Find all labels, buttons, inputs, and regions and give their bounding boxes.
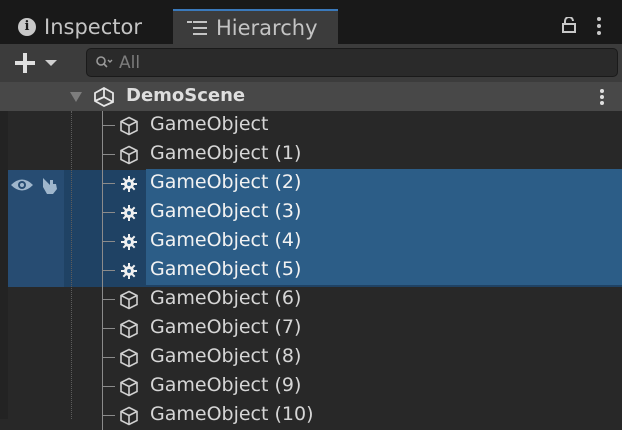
gear-icon: [121, 234, 137, 250]
hierarchy-row[interactable]: GameObject (2): [8, 169, 622, 198]
tab-hierarchy[interactable]: Hierarchy: [173, 9, 338, 44]
hierarchy-window: i Inspector Hierarchy All DemoScene Game…: [0, 0, 622, 430]
tree-branch-line: [102, 183, 115, 184]
object-label: GameObject (6): [150, 287, 302, 309]
gear-icon: [121, 263, 137, 279]
cube-icon: [120, 290, 138, 310]
hierarchy-row[interactable]: GameObject (1): [8, 140, 622, 169]
hierarchy-toolbar: [0, 44, 622, 82]
scene-options-icon[interactable]: [599, 89, 605, 105]
tab-inspector-label: Inspector: [44, 14, 142, 39]
hierarchy-row[interactable]: GameObject: [8, 111, 622, 140]
tab-inspector[interactable]: i Inspector: [8, 9, 171, 44]
hierarchy-row[interactable]: GameObject (10): [8, 401, 622, 430]
tree-branch-line: [102, 299, 115, 300]
object-label: GameObject (5): [150, 258, 302, 280]
tree-branch-line: [102, 125, 115, 126]
tree-branch-line: [102, 241, 115, 242]
info-icon: i: [18, 17, 36, 36]
plus-icon: [15, 53, 35, 73]
cube-icon: [120, 377, 138, 397]
hierarchy-row[interactable]: GameObject (5): [8, 256, 622, 285]
object-label: GameObject (2): [150, 171, 302, 193]
gear-icon: [121, 176, 137, 192]
left-gutter: [0, 111, 8, 419]
tree-branch-line: [102, 357, 115, 358]
tree-branch-line: [102, 415, 115, 416]
cube-icon: [120, 406, 138, 426]
tree-branch-line: [102, 270, 115, 271]
cube-icon: [120, 145, 138, 165]
hierarchy-row[interactable]: GameObject (7): [8, 314, 622, 343]
object-label: GameObject: [150, 113, 269, 135]
search-icon: [96, 56, 113, 68]
search-input[interactable]: [119, 51, 599, 74]
hierarchy-row[interactable]: GameObject (6): [8, 285, 622, 314]
tab-hierarchy-label: Hierarchy: [216, 15, 318, 40]
hierarchy-row[interactable]: GameObject (4): [8, 227, 622, 256]
tree-branch-line: [102, 386, 115, 387]
object-label: GameObject (1): [150, 142, 302, 164]
more-options-icon[interactable]: [596, 17, 602, 35]
object-label: GameObject (10): [150, 403, 314, 425]
hierarchy-row[interactable]: GameObject (9): [8, 372, 622, 401]
chevron-down-icon: [45, 60, 57, 66]
add-button[interactable]: [14, 50, 70, 76]
object-label: GameObject (8): [150, 345, 302, 367]
object-label: GameObject (7): [150, 316, 302, 338]
object-label: GameObject (9): [150, 374, 302, 396]
object-label: GameObject (4): [150, 229, 302, 251]
tree-branch-line: [102, 212, 115, 213]
cube-icon: [120, 348, 138, 368]
cube-icon: [120, 116, 138, 136]
lock-icon[interactable]: [562, 17, 576, 33]
hierarchy-row[interactable]: GameObject (3): [8, 198, 622, 227]
unity-scene-icon: [94, 87, 114, 107]
scene-header[interactable]: DemoScene: [0, 82, 622, 111]
tree-branch-line: [102, 328, 115, 329]
tab-bar: i Inspector Hierarchy: [0, 0, 622, 44]
hierarchy-icon: [187, 20, 207, 35]
gear-icon: [121, 205, 137, 221]
hierarchy-row[interactable]: GameObject (8): [8, 343, 622, 372]
cube-icon: [120, 319, 138, 339]
scene-title: DemoScene: [126, 85, 246, 106]
foldout-arrow-icon[interactable]: [70, 92, 82, 102]
object-label: GameObject (3): [150, 200, 302, 222]
search-field[interactable]: [86, 48, 618, 77]
tree-branch-line: [102, 154, 115, 155]
